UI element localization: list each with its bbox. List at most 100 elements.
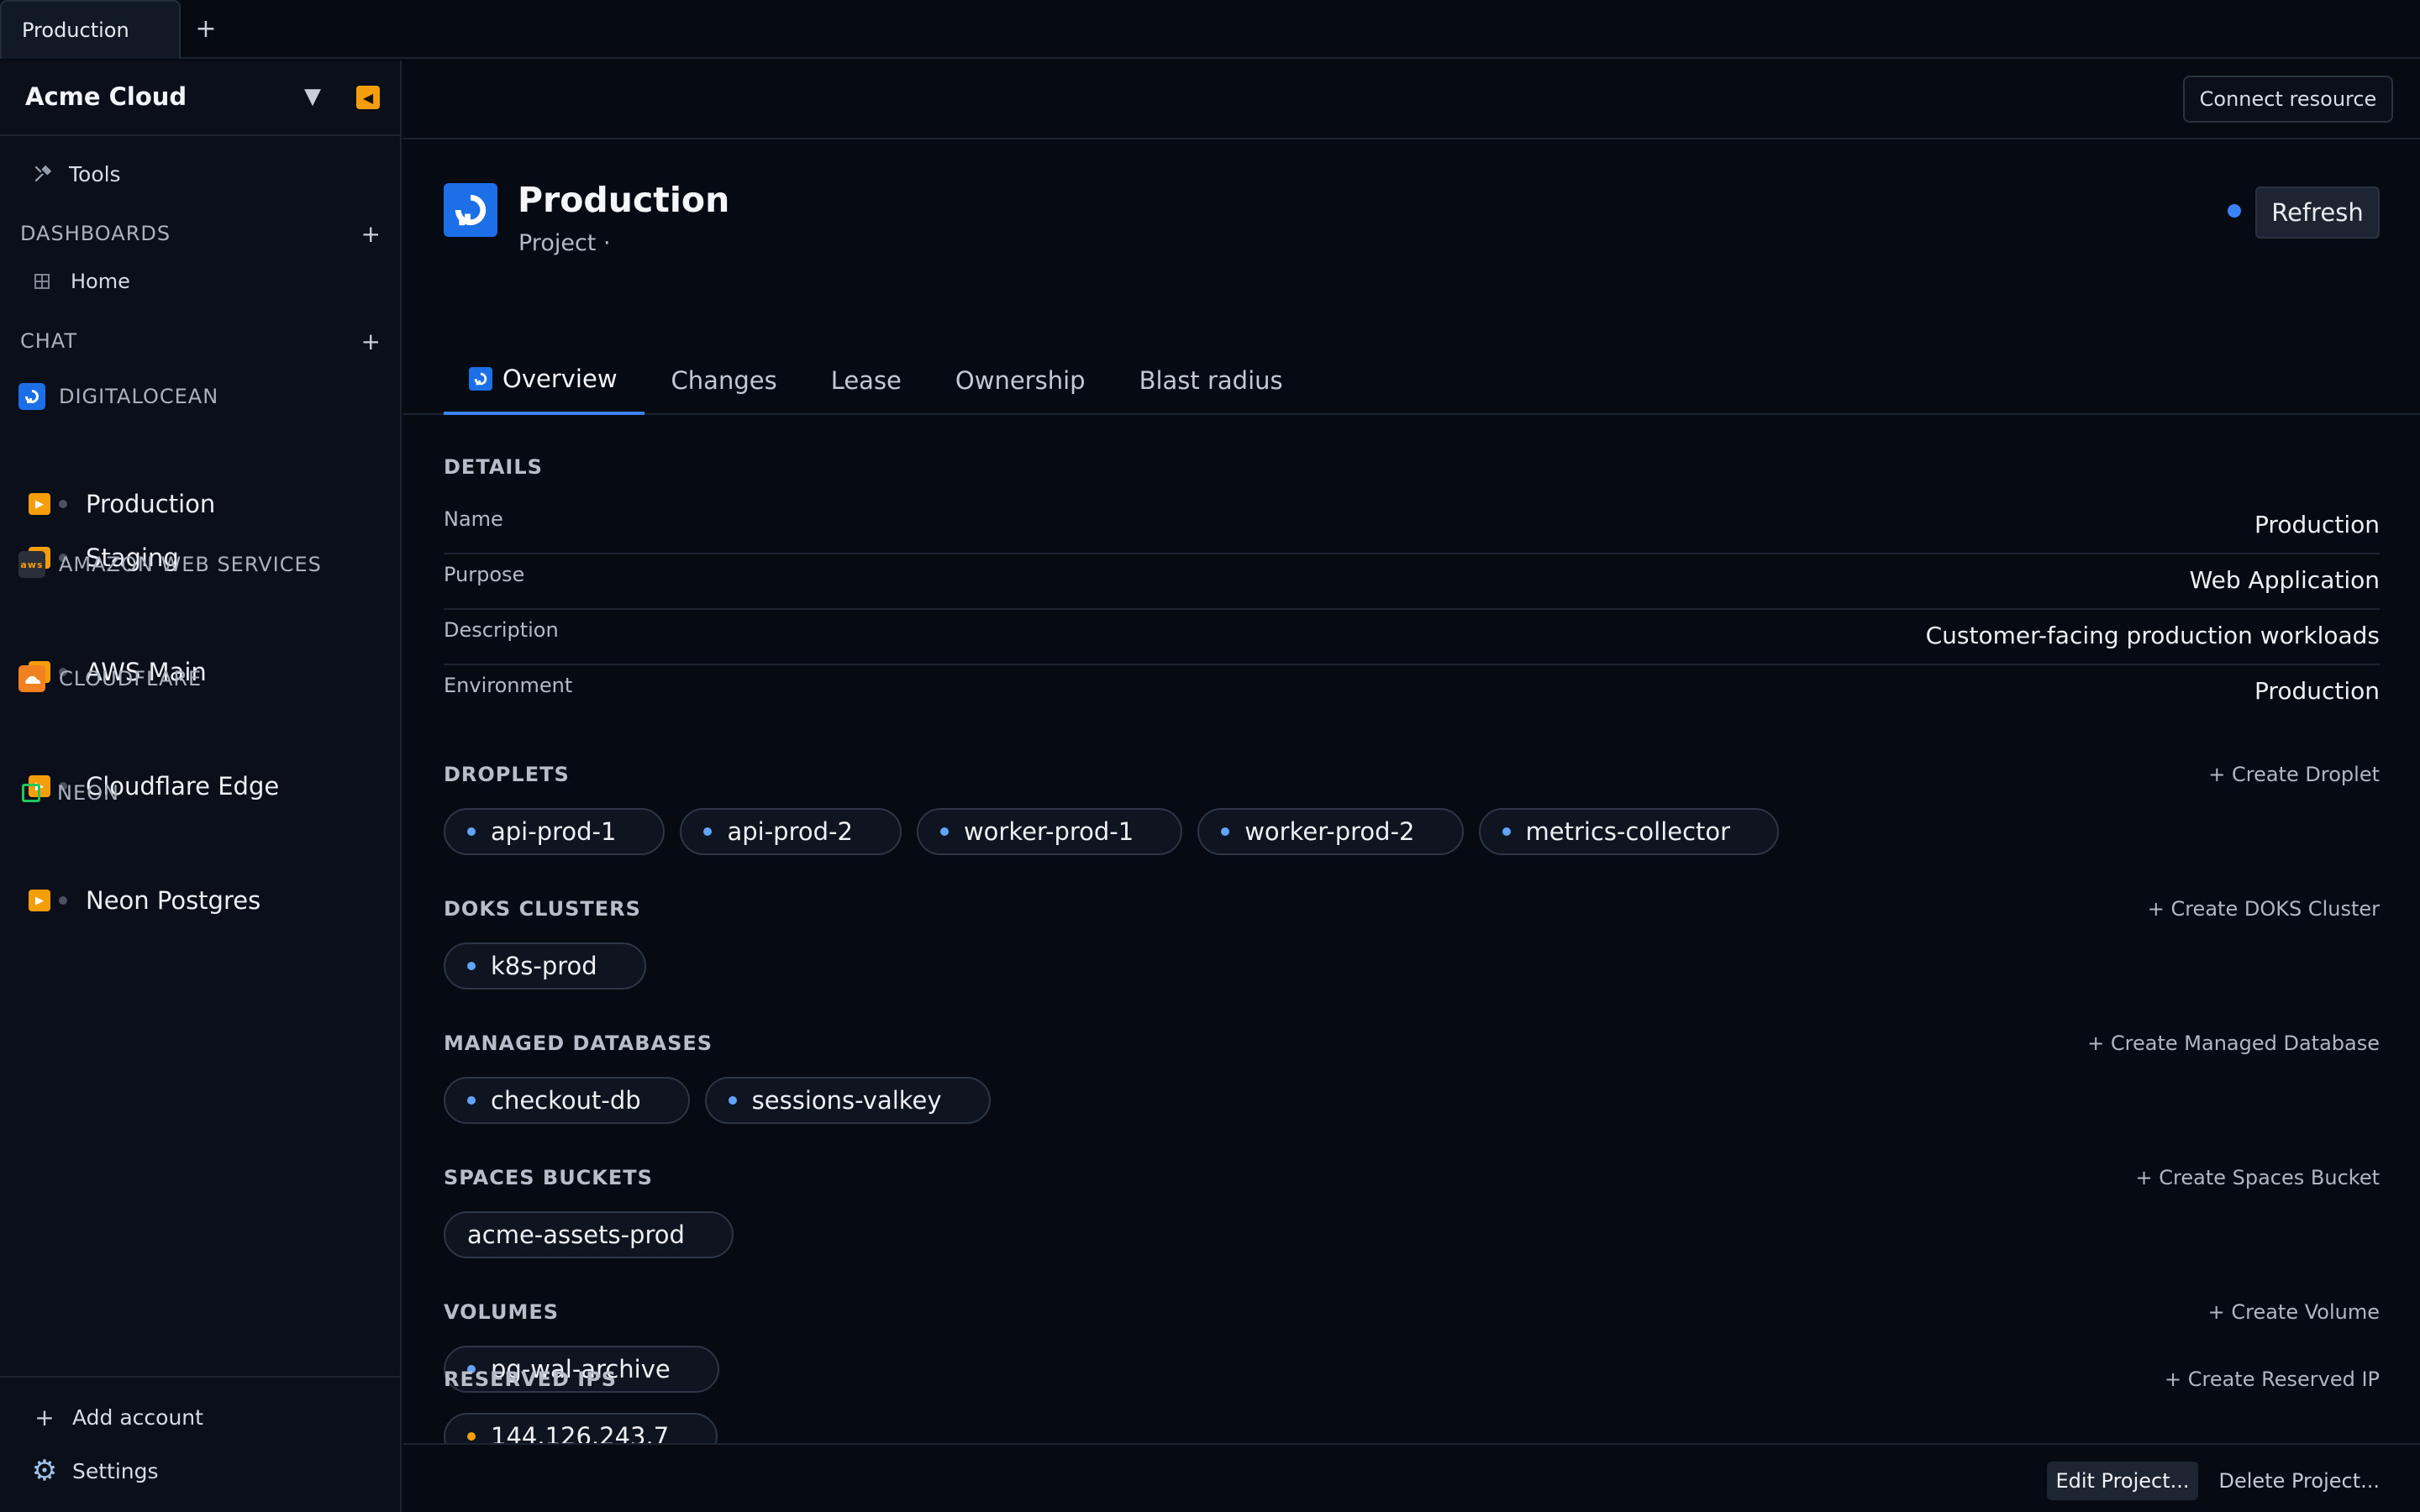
tab-blast-radius[interactable]: Blast radius (1113, 346, 1310, 415)
create-doks-link[interactable]: + Create DOKS Cluster (2148, 897, 2380, 921)
create-volume-link[interactable]: + Create Volume (2208, 1300, 2380, 1324)
chip-label: api-prod-1 (491, 817, 617, 846)
chip-label: checkout-db (491, 1086, 641, 1115)
provider-amazon-web-services: aws AMAZON WEB SERVICES (18, 548, 418, 581)
chip-label: metrics-collector (1525, 817, 1731, 846)
tab-bar: Overview Changes Lease Ownership Blast r… (444, 346, 1310, 415)
settings-label: Settings (72, 1458, 159, 1483)
tab-label: Blast radius (1139, 366, 1283, 395)
resource-chip[interactable]: pg-wal-archive (444, 1346, 719, 1393)
provider-digitalocean: DIGITALOCEAN (18, 380, 418, 413)
add-account-button[interactable]: + Add account (32, 1396, 432, 1438)
resource-chip[interactable]: k8s-prod (444, 942, 646, 990)
tab-ownership[interactable]: Ownership (929, 346, 1113, 415)
action-bar: Edit Project... Delete Project... (403, 1443, 2420, 1512)
status-dot (59, 896, 67, 905)
tab-label: Lease (830, 366, 902, 395)
connect-resource-button[interactable]: Connect resource (2183, 76, 2393, 123)
provider-name: DIGITALOCEAN (59, 385, 219, 408)
account-label: Neon Postgres (86, 886, 261, 915)
resource-chip[interactable]: checkout-db (444, 1077, 690, 1124)
play-icon: ▶ (29, 493, 50, 515)
resource-chip[interactable]: api-prod-1 (444, 808, 666, 855)
create-database-link[interactable]: + Create Managed Database (2087, 1032, 2380, 1055)
window-tab-production[interactable]: Production (0, 0, 181, 59)
add-dashboard-button[interactable]: + (361, 220, 381, 248)
new-tab-button[interactable]: + (181, 0, 231, 57)
sidebar-item-tools[interactable]: Tools (0, 153, 400, 195)
dashboards-section-header: DASHBOARDS + (20, 217, 381, 250)
detail-value: Production (2254, 677, 2380, 705)
sidebar-account-neon-postgres[interactable]: ▶ Neon Postgres (29, 879, 429, 922)
tab-changes[interactable]: Changes (644, 346, 804, 415)
provider-neon: NEON (18, 776, 418, 810)
account-label: Production (86, 490, 216, 518)
page-subtitle: Project · (518, 230, 611, 256)
status-dot (467, 1365, 476, 1373)
details-title: DETAILS (444, 455, 543, 479)
resource-chip[interactable]: worker-prod-1 (916, 808, 1183, 855)
window-tab-strip: Production + (0, 0, 2420, 59)
status-dot (467, 962, 476, 970)
collapse-sidebar-icon[interactable]: ◀ (356, 86, 380, 109)
grid-icon (34, 273, 50, 290)
delete-project-button[interactable]: Delete Project... (2219, 1462, 2380, 1500)
resource-chip[interactable]: sessions-valkey (704, 1077, 991, 1124)
status-dot (467, 1096, 476, 1105)
tab-lease[interactable]: Lease (804, 346, 929, 415)
status-dot (467, 827, 476, 836)
chip-label: sessions-valkey (751, 1086, 942, 1115)
window-tab-label: Production (22, 18, 129, 42)
volumes-title: VOLUMES (444, 1300, 560, 1324)
detail-value: Customer-facing production workloads (1925, 622, 2380, 649)
workspace-dropdown-icon[interactable]: ▼ (304, 84, 321, 109)
status-dot (728, 1096, 737, 1105)
provider-name: AMAZON WEB SERVICES (59, 553, 322, 576)
detail-key: Environment (444, 674, 573, 697)
provider-cloudflare: CLOUDFLARE (18, 662, 418, 696)
main-topbar: Connect resource (403, 60, 2420, 139)
sidebar-divider (0, 1376, 400, 1378)
chip-label: api-prod-2 (727, 817, 853, 846)
sidebar-account-production[interactable]: ▶ Production (29, 482, 429, 526)
databases-list: checkout-db sessions-valkey (444, 1077, 991, 1124)
aws-icon: aws (18, 551, 45, 578)
tab-overview[interactable]: Overview (444, 346, 644, 415)
status-dot (59, 500, 67, 508)
chip-label: worker-prod-1 (963, 817, 1134, 846)
chip-label: worker-prod-2 (1244, 817, 1415, 846)
status-dot (1221, 827, 1230, 836)
sidebar-brand: Acme Cloud ▼ ◀ (0, 60, 400, 136)
digitalocean-icon (444, 183, 497, 237)
tools-icon (32, 163, 54, 185)
resource-chip[interactable]: metrics-collector (1478, 808, 1780, 855)
detail-row-purpose: Purpose Web Application (444, 554, 2380, 610)
plus-icon: + (34, 1403, 55, 1431)
create-droplet-link[interactable]: + Create Droplet (2208, 763, 2380, 786)
sidebar-item-home[interactable]: Home (0, 260, 400, 302)
create-spaces-link[interactable]: + Create Spaces Bucket (2136, 1166, 2380, 1189)
chip-label: acme-assets-prod (467, 1221, 685, 1249)
digitalocean-icon (18, 383, 45, 410)
provider-name: NEON (57, 781, 119, 805)
provider-name: CLOUDFLARE (59, 667, 203, 690)
gear-icon: ⚙ (31, 1454, 58, 1488)
settings-button[interactable]: ⚙ Settings (32, 1450, 432, 1492)
detail-value: Web Application (2189, 566, 2380, 594)
databases-title: MANAGED DATABASES (444, 1032, 713, 1055)
status-dot (2228, 204, 2241, 218)
resource-chip[interactable]: acme-assets-prod (444, 1211, 734, 1258)
droplets-list: api-prod-1 api-prod-2 worker-prod-1 work… (444, 808, 1780, 855)
add-chat-button[interactable]: + (361, 328, 381, 355)
droplets-title: DROPLETS (444, 763, 570, 786)
refresh-button[interactable]: Refresh (2255, 186, 2380, 239)
edit-project-button[interactable]: Edit Project... (2047, 1462, 2198, 1500)
resource-chip[interactable]: api-prod-2 (680, 808, 902, 855)
spaces-list: acme-assets-prod (444, 1211, 734, 1258)
detail-value: Production (2254, 511, 2380, 538)
brand-name: Acme Cloud (25, 82, 187, 111)
doks-list: k8s-prod (444, 942, 646, 990)
digitalocean-icon (469, 367, 492, 391)
resource-chip[interactable]: worker-prod-2 (1197, 808, 1464, 855)
tab-label: Changes (671, 366, 777, 395)
